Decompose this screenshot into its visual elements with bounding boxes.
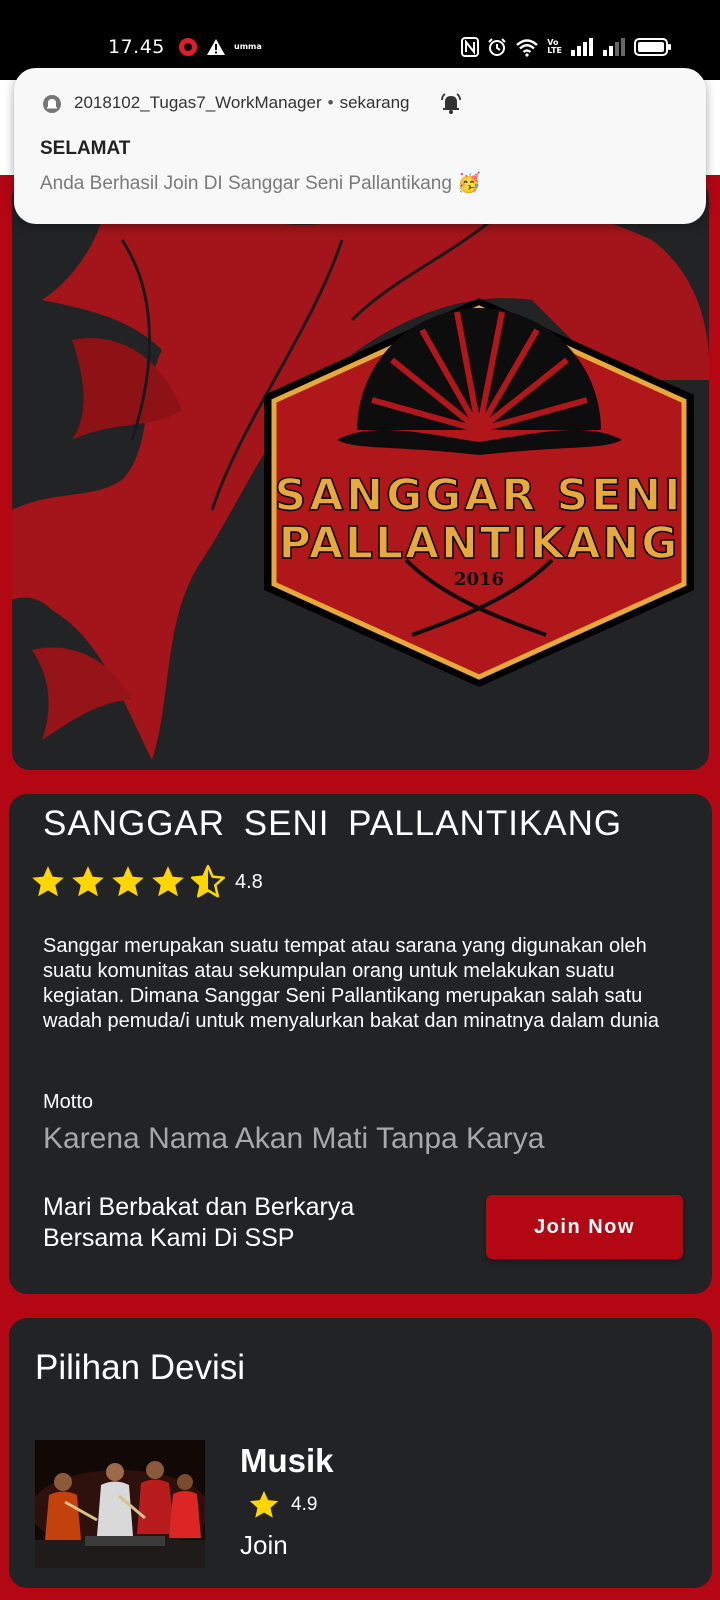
rating-row: 4.8 xyxy=(29,862,263,902)
division-rating-value: 4.9 xyxy=(291,1494,318,1515)
volte-bottom: LTE xyxy=(547,46,562,55)
wifi-icon xyxy=(516,39,539,57)
logo-year: 2016 xyxy=(454,569,504,590)
sanggar-title: SANGGAR SENI PALLANTIKANG xyxy=(43,804,623,843)
cta-text: Mari Berbakat dan Berkarya Bersama Kami … xyxy=(43,1193,355,1252)
join-now-button[interactable]: Join Now xyxy=(486,1195,683,1259)
heads-up-notification[interactable]: 2018102_Tugas7_WorkManager • sekarang SE… xyxy=(14,68,706,224)
battery-icon xyxy=(634,38,671,56)
notification-body: Anda Berhasil Join DI Sanggar Seni Palla… xyxy=(40,173,481,194)
division-rating: 4.9 xyxy=(247,1488,317,1522)
signal-icon xyxy=(571,38,593,56)
status-right-icons: Vo LTE xyxy=(461,36,672,58)
star-icon xyxy=(249,1490,279,1518)
alarm-icon xyxy=(488,38,507,56)
division-join-link[interactable]: Join xyxy=(240,1530,288,1561)
hero-image-card: SANGGAR SENI PALLANTIKANG 2016 xyxy=(12,180,709,770)
warning-icon xyxy=(207,39,225,55)
notification-header: 2018102_Tugas7_WorkManager • sekarang xyxy=(74,93,410,113)
division-thumbnail xyxy=(35,1440,205,1568)
sanggar-description: Sanggar merupakan suatu tempat atau sara… xyxy=(43,935,659,1032)
division-item-musik[interactable]: Musik 4.9 Join xyxy=(35,1440,695,1572)
volte-label: Vo LTE xyxy=(547,39,562,55)
motto-label: Motto xyxy=(43,1091,94,1113)
status-time: 17.45 xyxy=(108,36,165,58)
nfc-icon xyxy=(461,37,480,57)
motto-text: Karena Nama Akan Mati Tanpa Karya xyxy=(43,1122,545,1155)
carrier-tag: umma xyxy=(234,42,262,51)
star-half-icon xyxy=(190,864,226,898)
star-icon xyxy=(112,866,144,897)
notification-separator: • xyxy=(327,93,334,112)
division-card: Pilihan Devisi Musik 4.9 Join xyxy=(9,1318,712,1588)
signal-icon-secondary xyxy=(603,38,625,56)
notification-app-icon xyxy=(43,95,61,113)
star-icon xyxy=(72,866,104,897)
star-icon xyxy=(32,866,64,897)
division-section-title: Pilihan Devisi xyxy=(35,1348,246,1387)
status-left-icons: umma xyxy=(178,36,262,58)
musik-performance-image xyxy=(35,1440,205,1568)
division-name: Musik xyxy=(240,1442,334,1479)
logo-text-line2: PALLANTIKANG xyxy=(279,518,680,569)
logo-text-line1: SANGGAR SENI xyxy=(275,470,684,521)
notification-app-name: 2018102_Tugas7_WorkManager xyxy=(74,93,322,112)
notification-title: SELAMAT xyxy=(40,138,131,159)
bell-ringing-icon xyxy=(441,93,461,114)
sanggar-info-card: SANGGAR SENI PALLANTIKANG 4.8 Sanggar me… xyxy=(9,794,712,1294)
sanggar-logo-image: SANGGAR SENI PALLANTIKANG 2016 xyxy=(12,199,709,760)
app-notification-icon xyxy=(179,38,197,56)
star-icon xyxy=(152,866,184,897)
rating-value: 4.8 xyxy=(235,870,263,893)
notification-time: sekarang xyxy=(339,93,410,112)
